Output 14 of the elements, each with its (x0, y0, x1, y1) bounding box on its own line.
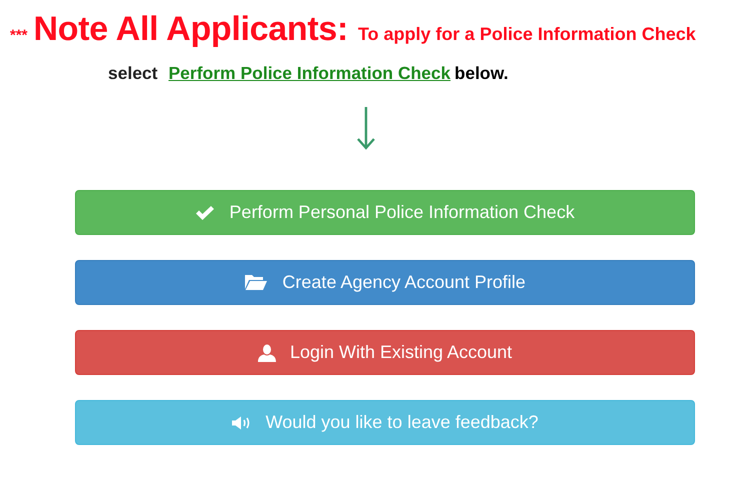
notice-heading: Note All Applicants: (34, 10, 348, 49)
check-icon (195, 204, 216, 220)
action-button[interactable]: Perform Personal Police Information Check (75, 190, 695, 235)
down-arrow-icon (356, 106, 376, 150)
check-link[interactable]: Perform Police Information Check (168, 63, 451, 83)
instruction-text: To apply for a Police Information Check (358, 24, 696, 45)
folder-icon (244, 274, 268, 291)
action-button[interactable]: Would you like to leave feedback? (75, 400, 695, 445)
speaker-icon (232, 416, 252, 430)
person-icon (258, 344, 276, 362)
instruction-sentence: select Perform Police Information Check below. (108, 63, 510, 84)
asterisks: *** (10, 27, 28, 44)
action-button[interactable]: Login With Existing Account (75, 330, 695, 375)
action-button[interactable]: Create Agency Account Profile (75, 260, 695, 305)
